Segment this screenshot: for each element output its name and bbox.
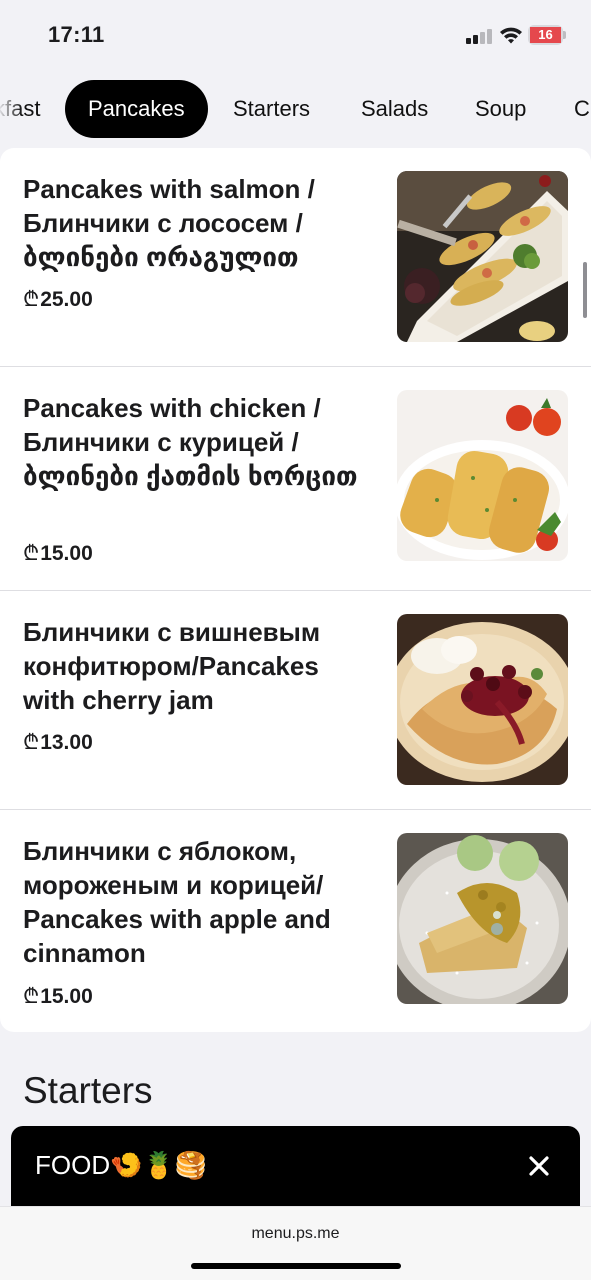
item-title: Блинчики с вишневым конфитюром/Pancakes … <box>23 617 321 715</box>
item-price: ₾15.00 <box>23 985 93 1008</box>
lari-symbol: ₾ <box>23 288 40 311</box>
tab-pancakes[interactable]: Pancakes <box>65 80 208 138</box>
lari-symbol: ₾ <box>23 985 40 1008</box>
pancakes-with-apple-photo[interactable] <box>397 833 568 1004</box>
item-price: ₾15.00 <box>23 542 93 565</box>
browser-address-bar[interactable]: menu.ps.me <box>0 1206 591 1280</box>
close-icon[interactable] <box>521 1148 557 1184</box>
pancakes-with-chicken-photo[interactable] <box>397 390 568 561</box>
menu-item[interactable]: Блинчики с вишневым конфитюром/Pancakes … <box>0 590 591 809</box>
category-tabs: kfast Pancakes Starters Salads Soup C <box>0 80 591 138</box>
menu-item[interactable]: Pancakes with salmon / Блинчики с лососе… <box>0 148 591 366</box>
scroll-indicator[interactable] <box>583 262 587 318</box>
battery-icon: 16 <box>528 25 566 45</box>
home-indicator[interactable] <box>191 1263 401 1269</box>
item-price: ₾25.00 <box>23 288 93 311</box>
url-text[interactable]: menu.ps.me <box>0 1225 591 1243</box>
tab-next-category[interactable]: C <box>574 80 590 138</box>
lari-symbol: ₾ <box>23 542 40 565</box>
wifi-icon <box>500 27 522 44</box>
menu-item[interactable]: Блинчики с яблоком, мороженым и корицей/… <box>0 809 591 1032</box>
section-title-starters: Starters <box>23 1070 153 1111</box>
tab-starters[interactable]: Starters <box>233 80 310 138</box>
order-bar-label: FOOD🍤🍍🥞 <box>35 1150 208 1180</box>
item-title: Pancakes with salmon / Блинчики с лососе… <box>23 174 315 272</box>
cellular-signal-icon <box>466 28 492 44</box>
pancakes-with-salmon-photo[interactable] <box>397 171 568 342</box>
lari-symbol: ₾ <box>23 731 40 754</box>
status-bar: 17:11 16 <box>0 0 591 70</box>
item-title: Pancakes with chicken / Блинчики с куриц… <box>23 393 358 491</box>
tab-salads[interactable]: Salads <box>361 80 428 138</box>
item-price: ₾13.00 <box>23 731 93 754</box>
pancakes-menu-card: Pancakes with salmon / Блинчики с лососе… <box>0 148 591 1032</box>
tab-soup[interactable]: Soup <box>475 80 526 138</box>
pancakes-with-cherry-jam-photo[interactable] <box>397 614 568 785</box>
item-title: Блинчики с яблоком, мороженым и корицей/… <box>23 836 331 968</box>
menu-item[interactable]: Pancakes with chicken / Блинчики с куриц… <box>0 366 591 590</box>
status-time: 17:11 <box>48 22 105 47</box>
battery-level: 16 <box>538 27 553 42</box>
order-bar[interactable]: FOOD🍤🍍🥞 <box>11 1126 580 1210</box>
